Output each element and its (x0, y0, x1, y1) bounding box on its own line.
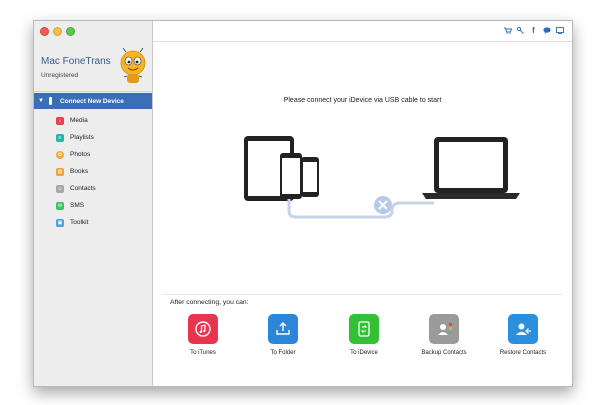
to-idevice-button[interactable]: To iDevice (329, 314, 399, 356)
disconnected-icon (374, 196, 392, 214)
iphone-small-icon (301, 157, 319, 197)
sidebar-item-playlists[interactable]: ≡ Playlists (34, 129, 152, 146)
restore-contacts-label: Restore Contacts (499, 350, 547, 356)
sidebar-item-label: Photos (70, 151, 91, 158)
to-folder-button[interactable]: To Folder (248, 314, 318, 356)
backup-contacts-label: Backup Contacts (421, 350, 467, 356)
photos-icon: ✿ (56, 150, 64, 159)
maximize-window-button[interactable] (66, 27, 75, 36)
restore-contacts-button[interactable]: Restore Contacts (488, 314, 558, 356)
media-icon: ♪ (56, 116, 64, 125)
iphone-large-icon (280, 153, 302, 199)
sidebar-item-contacts[interactable]: ☺ Contacts (34, 180, 152, 197)
books-icon: ▤ (56, 167, 64, 176)
facebook-icon[interactable]: f (530, 27, 537, 35)
to-idevice-label: To iDevice (350, 350, 378, 356)
idevice-transfer-icon (349, 314, 379, 344)
backup-contacts-button[interactable]: Backup Contacts (409, 314, 479, 356)
sidebar-item-sms[interactable]: ✉ SMS (34, 197, 152, 214)
connect-device-item[interactable]: ▼ Connect New Device (34, 93, 152, 109)
sidebar-item-label: Toolkit (70, 219, 89, 226)
registration-status[interactable]: Unregistered (41, 72, 78, 79)
sidebar-item-books[interactable]: ▤ Books (34, 163, 152, 180)
sidebar-item-toolkit[interactable]: ▣ Toolkit (34, 214, 152, 231)
to-itunes-label: To iTunes (190, 350, 216, 356)
chat-icon[interactable] (543, 27, 551, 34)
close-window-button[interactable] (40, 27, 49, 36)
folder-export-icon (268, 314, 298, 344)
sidebar-item-label: Playlists (70, 134, 94, 141)
device-connection-illustration (244, 136, 520, 219)
sidebar-item-label: SMS (70, 202, 85, 209)
content-divider (162, 294, 562, 295)
sidebar-nav: ♪ Media ≡ Playlists ✿ Photos ▤ Books ☺ C… (34, 112, 152, 231)
macbook-icon (422, 137, 520, 199)
key-icon[interactable] (516, 26, 524, 34)
backup-contacts-icon (429, 314, 459, 344)
playlists-icon: ≡ (56, 133, 64, 142)
mascot-icon (120, 47, 146, 83)
disclosure-triangle-icon[interactable]: ▼ (38, 98, 44, 104)
window-controls (40, 27, 75, 36)
sidebar-item-photos[interactable]: ✿ Photos (34, 146, 152, 163)
toolbar-icons: f (504, 26, 564, 35)
cart-icon[interactable] (504, 27, 513, 34)
sidebar-item-media[interactable]: ♪ Media (34, 112, 152, 129)
minimize-window-button[interactable] (53, 27, 62, 36)
restore-contacts-icon (508, 314, 538, 344)
connect-message: Please connect your iDevice via USB cabl… (283, 97, 442, 104)
sidebar-divider (34, 91, 152, 92)
top-toolbar: f (153, 21, 572, 42)
usb-icon (48, 97, 52, 105)
sidebar: Mac FoneTrans Unregistered ▼ Connect New… (34, 21, 153, 386)
app-window: Mac FoneTrans Unregistered ▼ Connect New… (33, 20, 573, 387)
sidebar-item-label: Media (70, 117, 88, 124)
to-folder-label: To Folder (270, 350, 296, 356)
app-title: Mac FoneTrans (41, 56, 111, 67)
toolkit-icon: ▣ (56, 218, 64, 227)
sms-icon: ✉ (56, 201, 64, 210)
after-connecting-label: After connecting, you can: (170, 299, 249, 306)
connect-device-label: Connect New Device (59, 97, 124, 105)
itunes-icon (188, 314, 218, 344)
to-itunes-button[interactable]: To iTunes (168, 314, 238, 356)
usb-cable (287, 199, 434, 219)
screen-icon[interactable] (556, 27, 564, 34)
sidebar-item-label: Contacts (70, 185, 96, 192)
contacts-icon: ☺ (56, 184, 64, 193)
sidebar-item-label: Books (70, 168, 89, 175)
